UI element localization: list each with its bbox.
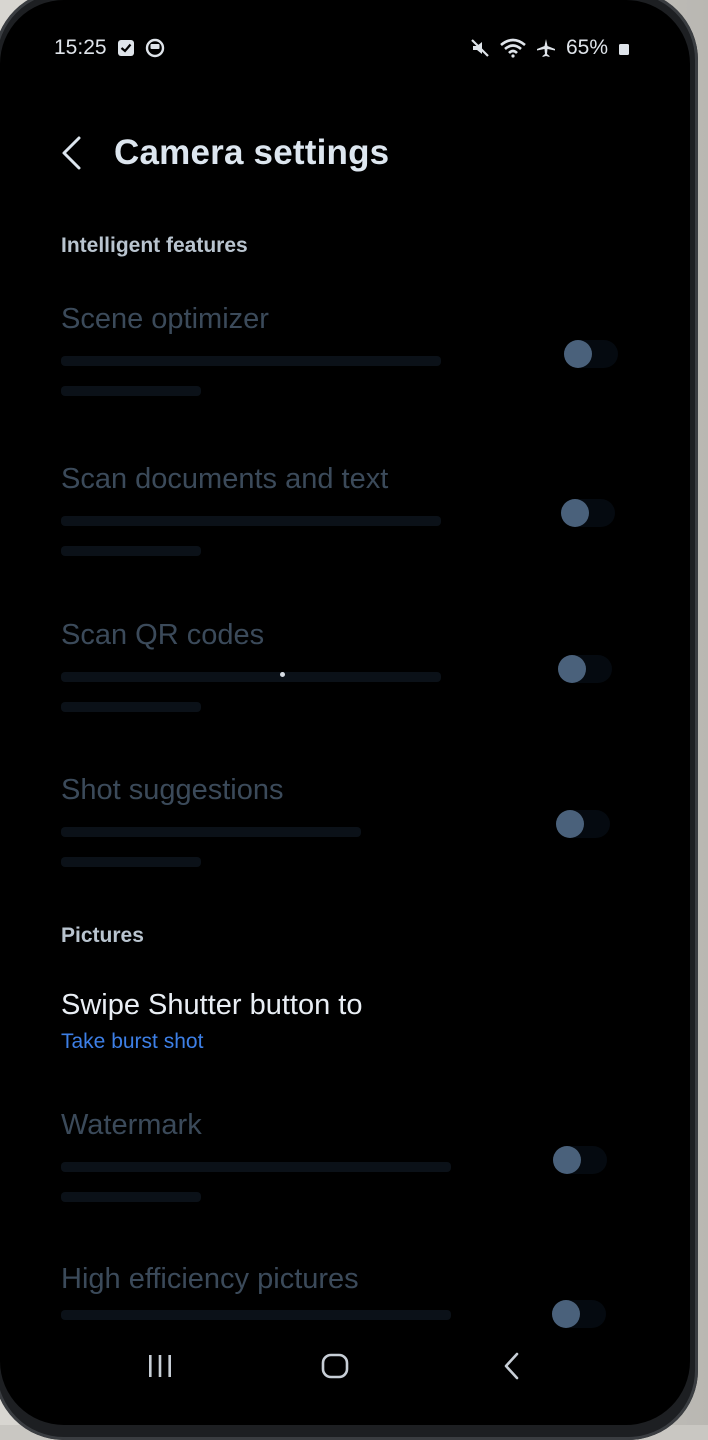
setting-title: High efficiency pictures	[61, 1263, 359, 1295]
shot-suggestions-toggle[interactable]	[556, 810, 610, 838]
setting-description	[61, 1304, 451, 1320]
home-icon	[321, 1353, 349, 1379]
mute-icon	[470, 38, 490, 58]
toggle-knob	[552, 1300, 580, 1328]
screen: 15:25 65% Camera settings Intelligent fe…	[0, 0, 690, 1425]
setting-title: Scene optimizer	[61, 303, 269, 335]
section-header-intelligent: Intelligent features	[61, 234, 248, 257]
setting-row-scene-optimizer[interactable]: Scene optimizer	[0, 300, 690, 430]
home-button[interactable]	[305, 1336, 365, 1396]
setting-title: Scan QR codes	[61, 619, 265, 651]
setting-row-scan-qr[interactable]: Scan QR codes	[0, 616, 690, 746]
setting-title: Swipe Shutter button to	[61, 989, 363, 1021]
high-efficiency-toggle[interactable]	[552, 1300, 606, 1328]
chevron-left-icon	[62, 136, 81, 170]
toggle-knob	[556, 810, 584, 838]
page-title: Camera settings	[114, 133, 390, 172]
status-right: 65%	[470, 36, 630, 60]
battery-icon	[618, 40, 630, 56]
scene-optimizer-toggle[interactable]	[564, 340, 618, 368]
setting-description	[61, 660, 441, 712]
scan-documents-toggle[interactable]	[561, 499, 615, 527]
page-header: Camera settings	[60, 128, 389, 178]
setting-row-watermark[interactable]: Watermark	[0, 1106, 690, 1236]
airplane-mode-icon	[536, 38, 556, 58]
wifi-icon	[500, 38, 526, 58]
touch-indicator	[280, 672, 285, 677]
watermark-toggle[interactable]	[553, 1146, 607, 1174]
toggle-knob	[564, 340, 592, 368]
navigation-bar	[0, 1336, 690, 1396]
status-time: 15:25	[54, 36, 107, 59]
setting-row-scan-documents[interactable]: Scan documents and text	[0, 460, 690, 590]
status-bar: 15:25 65%	[54, 34, 630, 62]
setting-description	[61, 1150, 451, 1202]
recents-button[interactable]	[130, 1336, 190, 1396]
battery-percentage: 65%	[565, 36, 608, 59]
section-header-pictures: Pictures	[61, 924, 144, 947]
toggle-knob	[558, 655, 586, 683]
toggle-knob	[553, 1146, 581, 1174]
back-button[interactable]	[60, 128, 100, 178]
checkbox-notification-icon	[117, 39, 135, 57]
nav-back-button[interactable]	[482, 1336, 542, 1396]
setting-value: Take burst shot	[61, 1030, 204, 1053]
toggle-knob	[561, 499, 589, 527]
nav-back-icon	[504, 1352, 519, 1380]
setting-row-swipe-shutter[interactable]: Swipe Shutter button to Take burst shot	[0, 985, 690, 1065]
setting-title: Shot suggestions	[61, 774, 284, 806]
recents-icon	[149, 1355, 171, 1377]
status-left: 15:25	[54, 36, 165, 60]
setting-description	[61, 504, 441, 556]
setting-description	[61, 815, 361, 867]
setting-row-high-efficiency[interactable]: High efficiency pictures	[0, 1260, 690, 1330]
setting-description	[61, 344, 441, 396]
setting-row-shot-suggestions[interactable]: Shot suggestions	[0, 771, 690, 901]
scan-qr-toggle[interactable]	[558, 655, 612, 683]
app-notification-icon	[145, 38, 165, 58]
setting-title: Watermark	[61, 1109, 202, 1141]
setting-title: Scan documents and text	[61, 463, 389, 495]
